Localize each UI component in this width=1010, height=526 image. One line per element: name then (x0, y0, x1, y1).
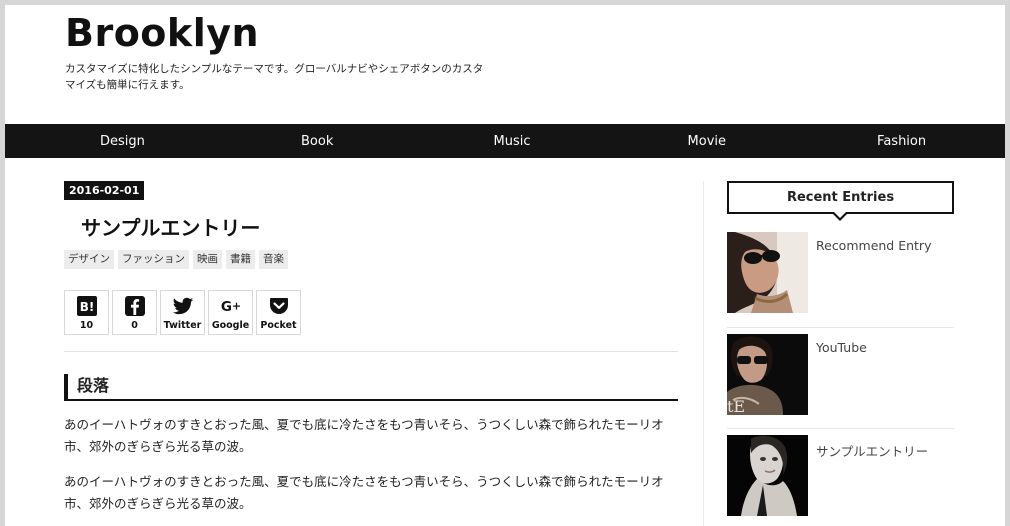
section-heading: 段落 (64, 374, 678, 401)
google-plus-icon: G + (220, 295, 242, 317)
facebook-share-count: 0 (131, 319, 138, 331)
paragraph-2: あのイーハトヴォのすきとおった風、夏でも底に冷たさをもつ青いそら、うつくしい森で… (64, 474, 664, 511)
google-plus-share-label: Google (211, 319, 250, 331)
recent-entry-title[interactable]: サンプルエントリー (816, 441, 928, 460)
global-nav: Design Book Music Movie Fashion (5, 124, 1005, 158)
hatena-bookmark-count: 10 (79, 319, 94, 331)
recent-entries-title: Recent Entries (727, 181, 954, 214)
svg-text:B!: B! (79, 300, 94, 314)
tag-music[interactable]: 音楽 (259, 250, 288, 269)
twitter-icon (172, 295, 194, 317)
nav-item-design[interactable]: Design (5, 124, 220, 158)
recent-entry-thumbnail[interactable] (727, 232, 808, 313)
svg-text:G: G (220, 299, 231, 315)
hatena-bookmark-button[interactable]: B! 10 (64, 290, 109, 335)
google-plus-share-button[interactable]: G + Google (208, 290, 253, 335)
recent-entry-item[interactable]: tE YouTube (727, 334, 954, 430)
tag-design[interactable]: デザイン (64, 250, 114, 269)
recent-entry-item[interactable]: サンプルエントリー (727, 435, 954, 526)
share-buttons: B! 10 0 Twitter G + Google Pocket (64, 290, 301, 335)
svg-text:+: + (231, 299, 240, 312)
facebook-share-button[interactable]: 0 (112, 290, 157, 335)
recent-entry-thumbnail[interactable] (727, 435, 808, 516)
tag-book[interactable]: 書籍 (226, 250, 255, 269)
entry-separator (727, 428, 954, 429)
entry-title: サンプルエントリー (81, 216, 261, 240)
pocket-icon (268, 295, 290, 317)
sidebar-divider (703, 181, 704, 526)
recent-entry-title[interactable]: Recommend Entry (816, 238, 931, 253)
nav-item-fashion[interactable]: Fashion (804, 124, 1005, 158)
share-divider (64, 351, 678, 352)
entry-tags: デザイン ファッション 映画 書籍 音楽 (64, 250, 288, 269)
entry-date: 2016-02-01 (64, 181, 145, 200)
twitter-share-label: Twitter (163, 319, 202, 331)
recent-entry-item[interactable]: Recommend Entry (727, 232, 954, 328)
facebook-icon (124, 295, 146, 317)
nav-item-movie[interactable]: Movie (609, 124, 804, 158)
pocket-share-label: Pocket (260, 319, 297, 331)
nav-item-book[interactable]: Book (220, 124, 415, 158)
hatena-bookmark-icon: B! (76, 295, 98, 317)
tag-movie[interactable]: 映画 (193, 250, 222, 269)
site-title[interactable]: Brooklyn (65, 11, 259, 55)
site-description: カスタマイズに特化したシンプルなテーマです。グローバルナビやシェアボタンのカスタ… (65, 63, 484, 91)
twitter-share-button[interactable]: Twitter (160, 290, 205, 335)
pocket-share-button[interactable]: Pocket (256, 290, 301, 335)
svg-text:tE: tE (727, 397, 745, 415)
widget-title-notch-inner (834, 212, 846, 218)
entry-separator (727, 327, 954, 328)
tag-fashion[interactable]: ファッション (118, 250, 189, 269)
recent-entry-thumbnail[interactable]: tE (727, 334, 808, 415)
paragraph-1: あのイーハトヴォのすきとおった風、夏でも底に冷たさをもつ青いそら、うつくしい森で… (64, 417, 664, 454)
page-frame: Brooklyn カスタマイズに特化したシンプルなテーマです。グローバルナビやシ… (0, 0, 1010, 526)
nav-item-music[interactable]: Music (415, 124, 610, 158)
recent-entry-title[interactable]: YouTube (816, 340, 867, 355)
